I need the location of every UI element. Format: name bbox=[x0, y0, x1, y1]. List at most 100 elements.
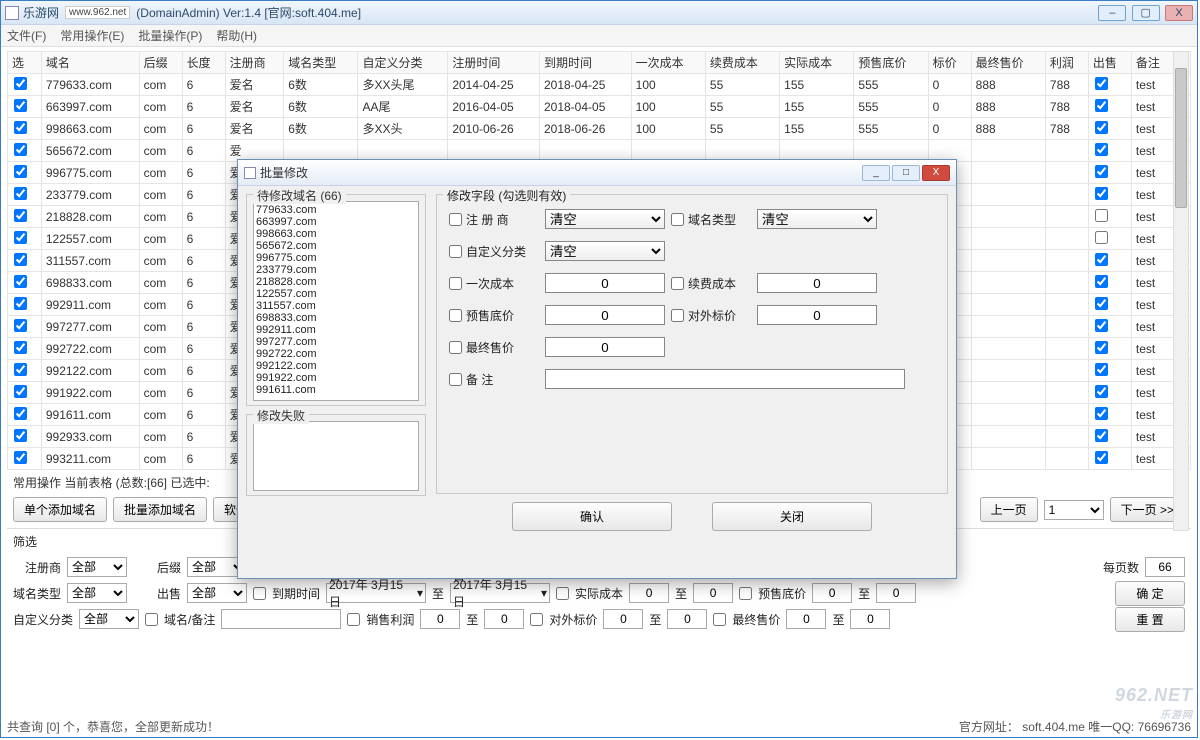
col-header[interactable]: 最终售价 bbox=[971, 52, 1045, 74]
row-select[interactable] bbox=[14, 341, 27, 354]
sel-type[interactable]: 全部 bbox=[67, 583, 127, 603]
row-sold[interactable] bbox=[1095, 341, 1108, 354]
row-sold[interactable] bbox=[1095, 297, 1108, 310]
col-header[interactable]: 实际成本 bbox=[780, 52, 854, 74]
add-batch-button[interactable]: 批量添加域名 bbox=[113, 497, 207, 522]
col-header[interactable]: 自定义分类 bbox=[358, 52, 448, 74]
in-d-presale[interactable] bbox=[545, 305, 665, 325]
chk-exptime[interactable] bbox=[253, 587, 266, 600]
col-header[interactable]: 域名类型 bbox=[284, 52, 358, 74]
row-sold[interactable] bbox=[1095, 407, 1108, 420]
in-d-note[interactable] bbox=[545, 369, 905, 389]
col-header[interactable]: 注册时间 bbox=[448, 52, 540, 74]
col-header[interactable]: 一次成本 bbox=[631, 52, 705, 74]
table-scrollbar[interactable] bbox=[1173, 51, 1189, 531]
row-select[interactable] bbox=[14, 99, 27, 112]
date-exp-to[interactable]: 2017年 3月15日 ▾ bbox=[450, 583, 550, 603]
row-select[interactable] bbox=[14, 297, 27, 310]
chk-sale-profit[interactable] bbox=[347, 613, 360, 626]
chk-out-price[interactable] bbox=[530, 613, 543, 626]
chk-d-presale[interactable] bbox=[449, 309, 462, 322]
row-select[interactable] bbox=[14, 187, 27, 200]
table-row[interactable]: 998663.comcom6爱名6数多XX头2010-06-262018-06-… bbox=[8, 118, 1191, 140]
col-header[interactable]: 出售 bbox=[1088, 52, 1131, 74]
row-select[interactable] bbox=[14, 209, 27, 222]
minimize-button[interactable]: – bbox=[1098, 5, 1126, 21]
chk-domain-note[interactable] bbox=[145, 613, 158, 626]
col-header[interactable]: 选 bbox=[8, 52, 42, 74]
sel-sold[interactable]: 全部 bbox=[187, 583, 247, 603]
col-header[interactable]: 注册商 bbox=[225, 52, 284, 74]
sel-registrar[interactable]: 全部 bbox=[67, 557, 127, 577]
col-header[interactable]: 域名 bbox=[41, 52, 139, 74]
row-sold[interactable] bbox=[1095, 385, 1108, 398]
sel-d-registrar[interactable]: 清空 bbox=[545, 209, 665, 229]
menu-help[interactable]: 帮助(H) bbox=[216, 27, 257, 44]
row-select[interactable] bbox=[14, 143, 27, 156]
prev-page-button[interactable]: 上一页 bbox=[980, 497, 1038, 522]
maximize-button[interactable]: ▢ bbox=[1132, 5, 1160, 21]
chk-d-final[interactable] bbox=[449, 341, 462, 354]
row-select[interactable] bbox=[14, 363, 27, 376]
dialog-cancel-button[interactable]: 关闭 bbox=[712, 502, 872, 531]
row-sold[interactable] bbox=[1095, 363, 1108, 376]
chk-final-price[interactable] bbox=[713, 613, 726, 626]
chk-d-cat[interactable] bbox=[449, 245, 462, 258]
in-d-outprice[interactable] bbox=[757, 305, 877, 325]
col-header[interactable]: 后缀 bbox=[139, 52, 182, 74]
row-sold[interactable] bbox=[1095, 231, 1108, 244]
in-d-cost-renew[interactable] bbox=[757, 273, 877, 293]
col-header[interactable]: 续费成本 bbox=[705, 52, 779, 74]
date-exp-from[interactable]: 2017年 3月15日 ▾ bbox=[326, 583, 426, 603]
row-sold[interactable] bbox=[1095, 209, 1108, 222]
dialog-close-button[interactable]: X bbox=[922, 165, 950, 181]
in-per-page[interactable] bbox=[1145, 557, 1185, 577]
dialog-min-button[interactable]: _ bbox=[862, 165, 890, 181]
chk-presale[interactable] bbox=[739, 587, 752, 600]
row-sold[interactable] bbox=[1095, 143, 1108, 156]
row-select[interactable] bbox=[14, 231, 27, 244]
col-header[interactable]: 备注 bbox=[1131, 52, 1174, 74]
col-header[interactable]: 到期时间 bbox=[539, 52, 631, 74]
row-sold[interactable] bbox=[1095, 429, 1108, 442]
col-header[interactable]: 长度 bbox=[182, 52, 225, 74]
row-sold[interactable] bbox=[1095, 165, 1108, 178]
chk-d-note[interactable] bbox=[449, 373, 462, 386]
row-select[interactable] bbox=[14, 77, 27, 90]
row-select[interactable] bbox=[14, 429, 27, 442]
row-select[interactable] bbox=[14, 121, 27, 134]
row-sold[interactable] bbox=[1095, 253, 1108, 266]
menu-file[interactable]: 文件(F) bbox=[7, 27, 46, 44]
row-sold[interactable] bbox=[1095, 77, 1108, 90]
chk-d-cost-once[interactable] bbox=[449, 277, 462, 290]
in-d-final[interactable] bbox=[545, 337, 665, 357]
fail-listbox[interactable] bbox=[253, 421, 419, 491]
chk-cost-real[interactable] bbox=[556, 587, 569, 600]
row-select[interactable] bbox=[14, 253, 27, 266]
row-select[interactable] bbox=[14, 451, 27, 464]
chk-d-cost-renew[interactable] bbox=[671, 277, 684, 290]
row-select[interactable] bbox=[14, 319, 27, 332]
filter-confirm-button[interactable]: 确 定 bbox=[1115, 581, 1185, 606]
row-sold[interactable] bbox=[1095, 99, 1108, 112]
row-sold[interactable] bbox=[1095, 275, 1108, 288]
chk-d-registrar[interactable] bbox=[449, 213, 462, 226]
row-select[interactable] bbox=[14, 165, 27, 178]
row-select[interactable] bbox=[14, 407, 27, 420]
row-select[interactable] bbox=[14, 385, 27, 398]
menu-batch[interactable]: 批量操作(P) bbox=[138, 27, 202, 44]
in-d-cost-once[interactable] bbox=[545, 273, 665, 293]
page-select[interactable]: 1 bbox=[1044, 500, 1104, 520]
filter-reset-button[interactable]: 重 置 bbox=[1115, 607, 1185, 632]
col-header[interactable]: 标价 bbox=[928, 52, 971, 74]
row-select[interactable] bbox=[14, 275, 27, 288]
table-row[interactable]: 779633.comcom6爱名6数多XX头尾2014-04-252018-04… bbox=[8, 74, 1191, 96]
menu-common[interactable]: 常用操作(E) bbox=[60, 27, 124, 44]
dialog-ok-button[interactable]: 确认 bbox=[512, 502, 672, 531]
sel-cat[interactable]: 全部 bbox=[79, 609, 139, 629]
add-single-button[interactable]: 单个添加域名 bbox=[13, 497, 107, 522]
col-header[interactable]: 利润 bbox=[1045, 52, 1088, 74]
row-sold[interactable] bbox=[1095, 121, 1108, 134]
domain-listbox[interactable]: 779633.com663997.com998663.com565672.com… bbox=[253, 201, 419, 401]
chk-d-type[interactable] bbox=[671, 213, 684, 226]
